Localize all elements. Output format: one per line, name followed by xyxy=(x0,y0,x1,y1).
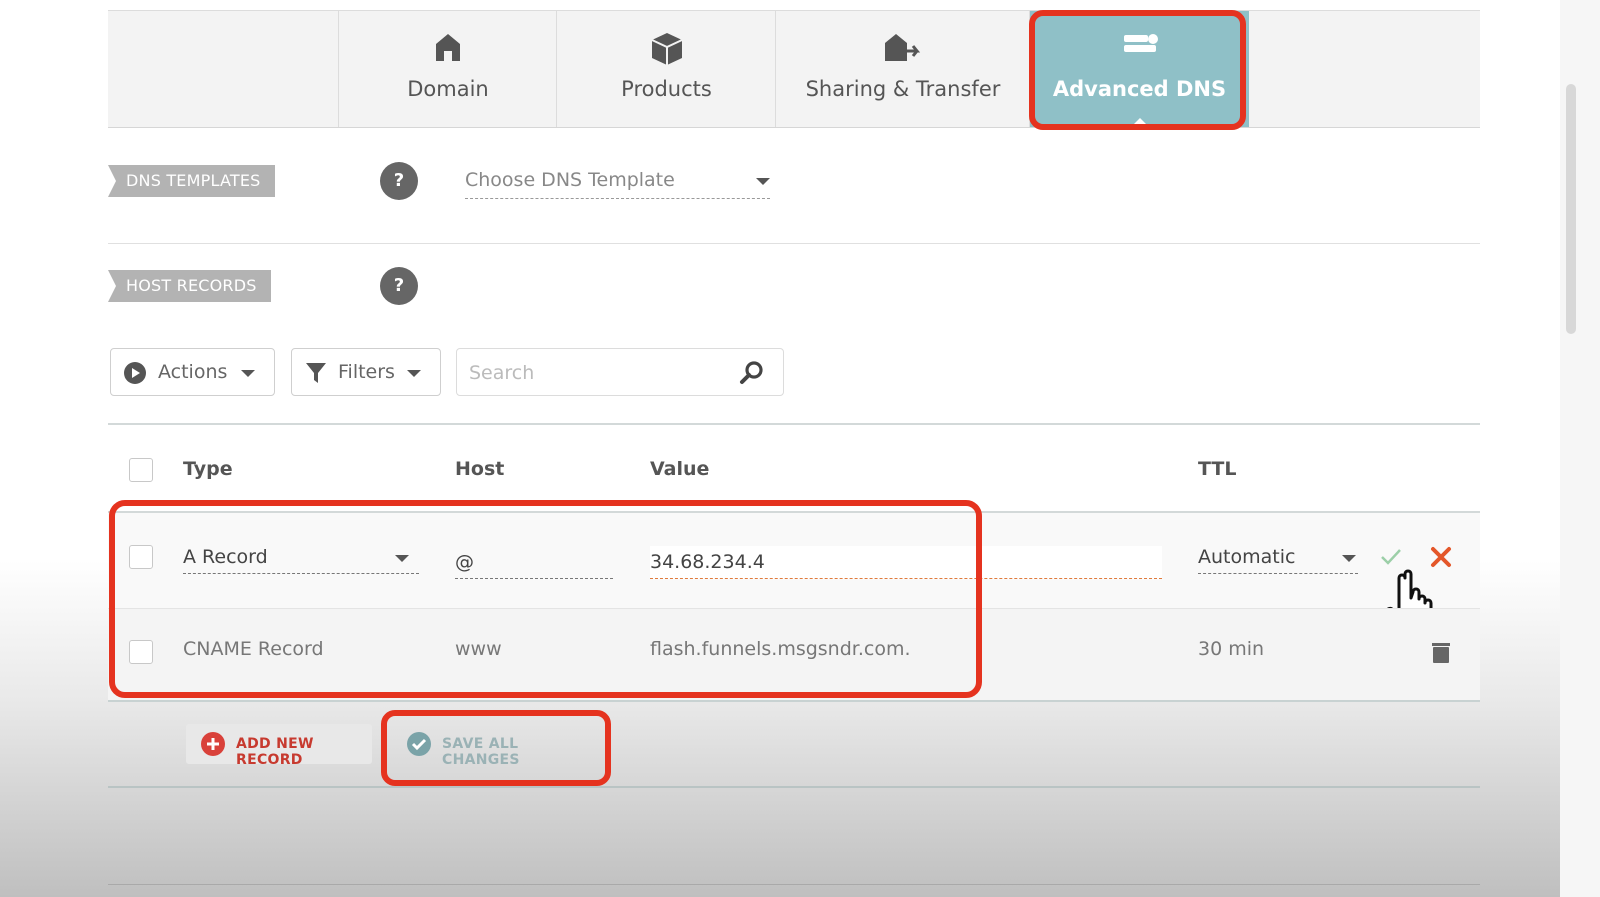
play-circle-icon xyxy=(124,362,146,384)
dns-template-select-value: Choose DNS Template xyxy=(465,169,675,191)
host-records-help-button[interactable]: ? xyxy=(380,267,418,305)
filters-button[interactable]: Filters xyxy=(291,348,441,396)
check-circle-icon xyxy=(407,732,431,756)
tab-label: Domain xyxy=(407,77,489,101)
host-input[interactable]: @ xyxy=(455,546,613,579)
tab-advanced-dns[interactable]: Advanced DNS xyxy=(1029,11,1249,127)
save-all-changes-label: SAVE ALL CHANGES xyxy=(442,736,520,768)
home-icon xyxy=(436,34,460,61)
ttl-value: 30 min xyxy=(1198,638,1265,660)
record-type-value: CNAME Record xyxy=(183,638,324,660)
search-input[interactable] xyxy=(467,357,731,389)
tab-domain[interactable]: Domain xyxy=(338,11,557,127)
tab-label: Advanced DNS xyxy=(1052,77,1227,101)
filter-icon xyxy=(306,363,326,383)
column-header-ttl: TTL xyxy=(1198,458,1237,480)
domain-tab-bar: Domain Products Sharing & Transfer Advan… xyxy=(108,10,1480,128)
chevron-down-icon xyxy=(407,370,421,377)
column-header-value: Value xyxy=(650,458,710,480)
save-all-changes-button[interactable]: SAVE ALL CHANGES xyxy=(398,724,594,768)
active-tab-indicator xyxy=(1130,118,1149,127)
plus-circle-icon xyxy=(201,732,225,756)
record-type-value: A Record xyxy=(183,546,268,568)
search-icon[interactable] xyxy=(739,360,765,386)
chevron-down-icon xyxy=(1342,555,1356,562)
tab-products[interactable]: Products xyxy=(556,11,776,127)
row-checkbox[interactable] xyxy=(129,545,153,569)
server-icon xyxy=(1123,34,1158,52)
ttl-select[interactable]: Automatic xyxy=(1198,541,1358,574)
dns-template-select[interactable]: Choose DNS Template xyxy=(465,164,770,199)
add-new-record-button[interactable]: ADD NEW RECORD xyxy=(186,724,372,768)
transfer-icon xyxy=(885,34,921,61)
chevron-down-icon xyxy=(241,370,255,377)
cancel-x-icon[interactable] xyxy=(1430,546,1452,568)
search-box xyxy=(456,348,784,396)
record-value: flash.funnels.msgsndr.com. xyxy=(650,638,911,660)
section-divider xyxy=(108,884,1480,885)
column-header-type: Type xyxy=(183,458,233,480)
section-divider xyxy=(108,243,1480,244)
footer-border xyxy=(108,786,1480,788)
scrollbar-thumb[interactable] xyxy=(1566,84,1576,334)
actions-button[interactable]: Actions xyxy=(110,348,275,396)
tab-label: Sharing & Transfer xyxy=(805,77,1001,101)
box-icon xyxy=(651,33,682,65)
chevron-down-icon xyxy=(756,178,770,185)
chevron-down-icon xyxy=(395,555,409,562)
tab-sharing-transfer[interactable]: Sharing & Transfer xyxy=(775,11,1030,127)
host-records-label: HOST RECORDS xyxy=(108,270,271,302)
table-bottom-border xyxy=(108,700,1480,702)
record-type-select[interactable]: A Record xyxy=(183,541,419,574)
dns-templates-label: DNS TEMPLATES xyxy=(108,165,275,197)
trash-icon[interactable] xyxy=(1430,641,1452,665)
value-input[interactable] xyxy=(650,546,1162,579)
page-scrollbar[interactable] xyxy=(1560,0,1600,897)
ttl-value: Automatic xyxy=(1198,546,1296,568)
column-header-host: Host xyxy=(455,458,505,480)
table-top-border xyxy=(108,423,1480,425)
actions-button-label: Actions xyxy=(158,361,228,383)
tab-label: Products xyxy=(621,77,712,101)
filters-button-label: Filters xyxy=(338,361,395,383)
add-new-record-label: ADD NEW RECORD xyxy=(236,736,314,768)
select-all-checkbox[interactable] xyxy=(129,458,153,482)
dns-templates-help-button[interactable]: ? xyxy=(380,162,418,200)
row-checkbox[interactable] xyxy=(129,640,153,664)
confirm-check-icon[interactable] xyxy=(1380,548,1402,566)
host-value: www xyxy=(455,638,502,660)
